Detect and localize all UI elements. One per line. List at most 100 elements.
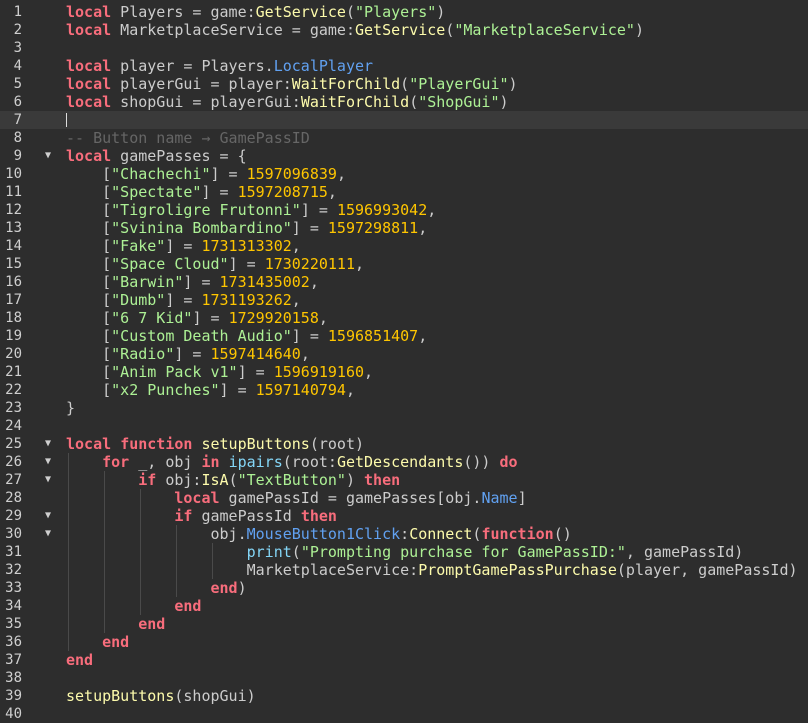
line-number: 32	[5, 562, 22, 578]
code-line[interactable]: 26 ▼ for _, obj in ipairs(root:GetDescend…	[0, 453, 808, 471]
code-text: local shopGui = playerGui:WaitForChild("…	[66, 93, 509, 111]
code-text: ["Spectate"] = 1597208715,	[66, 183, 337, 201]
code-line[interactable]: 19 ["Custom Death Audio"] = 1596851407,	[0, 327, 808, 345]
code-line[interactable]: 34 end	[0, 597, 808, 615]
indent-guide	[176, 525, 178, 597]
code-line[interactable]: 36 end	[0, 633, 808, 651]
code-text: setupButtons(shopGui)	[66, 687, 256, 705]
code-text: ["Barwin"] = 1731435002,	[66, 273, 319, 291]
code-text: print("Prompting purchase for GamePassID…	[246, 543, 744, 561]
line-number: 19	[5, 328, 22, 344]
line-number: 35	[5, 616, 22, 632]
line-number: 31	[5, 544, 22, 560]
triangle-down-icon[interactable]: ▼	[45, 507, 55, 525]
code-line[interactable]: 15 ["Space Cloud"] = 1730220111,	[0, 255, 808, 273]
line-number: 2	[13, 22, 22, 38]
code-line[interactable]: 33 end)	[0, 579, 808, 597]
line-number: 9	[13, 148, 22, 164]
code-line[interactable]: 1 local Players = game:GetService("Player…	[0, 3, 808, 21]
line-number: 26	[5, 454, 22, 470]
line-number: 12	[5, 202, 22, 218]
indent-guide	[140, 489, 142, 615]
code-line[interactable]: 22 ["x2 Punches"] = 1597140794,	[0, 381, 808, 399]
code-text: -- Button name → GamePassID	[66, 129, 310, 147]
code-text: local player = Players.LocalPlayer	[66, 57, 374, 75]
code-text: for _, obj in ipairs(root:GetDescendants…	[102, 453, 518, 471]
code-line[interactable]: 38	[0, 669, 808, 687]
line-number: 40	[5, 706, 22, 722]
code-line[interactable]: 13 ["Svinina Bombardino"] = 1597298811,	[0, 219, 808, 237]
code-line[interactable]: 18 ["6 7 Kid"] = 1729920158,	[0, 309, 808, 327]
code-text: end)	[210, 579, 247, 597]
indent-guide	[104, 471, 106, 633]
line-number: 6	[13, 94, 22, 110]
line-number: 29	[5, 508, 22, 524]
code-line[interactable]: 25 ▼ local function setupButtons(root)	[0, 435, 808, 453]
code-line[interactable]: 4 local player = Players.LocalPlayer	[0, 57, 808, 75]
code-line[interactable]: 14 ["Fake"] = 1731313302,	[0, 237, 808, 255]
code-text: ["Space Cloud"] = 1730220111,	[66, 255, 365, 273]
code-line[interactable]: 7	[0, 111, 808, 129]
code-line[interactable]: 40	[0, 705, 808, 723]
line-number: 17	[5, 292, 22, 308]
code-line[interactable]: 17 ["Dumb"] = 1731193262,	[0, 291, 808, 309]
code-text: ["Svinina Bombardino"] = 1597298811,	[66, 219, 428, 237]
code-line[interactable]: 28 local gamePassId = gamePasses[obj.Nam…	[0, 489, 808, 507]
code-line[interactable]: 9 ▼ local gamePasses = {	[0, 147, 808, 165]
code-line[interactable]: 8 -- Button name → GamePassID	[0, 129, 808, 147]
text-cursor	[66, 113, 67, 127]
triangle-down-icon[interactable]: ▼	[45, 471, 55, 489]
code-line[interactable]: 12 ["Tigroligre Frutonni"] = 1596993042,	[0, 201, 808, 219]
code-text: ["Radio"] = 1597414640,	[66, 345, 310, 363]
line-number: 27	[5, 472, 22, 488]
line-number: 15	[5, 256, 22, 272]
code-line[interactable]: 5 local playerGui = player:WaitForChild("…	[0, 75, 808, 93]
code-text: ["6 7 Kid"] = 1729920158,	[66, 309, 328, 327]
code-line[interactable]: 23}	[0, 399, 808, 417]
code-text: ["Fake"] = 1731313302,	[66, 237, 301, 255]
code-text: local gamePasses = {	[66, 147, 247, 165]
indent-guide	[68, 453, 69, 651]
code-line[interactable]: 37 end	[0, 651, 808, 669]
line-number: 3	[13, 40, 22, 56]
code-line[interactable]: 6 local shopGui = playerGui:WaitForChild(…	[0, 93, 808, 111]
code-line[interactable]: 35 end	[0, 615, 808, 633]
code-text: ["Chachechi"] = 1597096839,	[66, 165, 346, 183]
line-number: 23	[5, 400, 22, 416]
code-line[interactable]: 39 setupButtons(shopGui)	[0, 687, 808, 705]
code-line[interactable]: 21 ["Anim Pack v1"] = 1596919160,	[0, 363, 808, 381]
code-line[interactable]: 10 ["Chachechi"] = 1597096839,	[0, 165, 808, 183]
line-number: 22	[5, 382, 22, 398]
code-text: end	[174, 597, 202, 615]
code-line[interactable]: 32 MarketplaceService:PromptGamePassPurc…	[0, 561, 808, 579]
code-text: ["Dumb"] = 1731193262,	[66, 291, 301, 309]
triangle-down-icon[interactable]: ▼	[45, 147, 55, 165]
code-text: local MarketplaceService = game:GetServi…	[66, 21, 644, 39]
triangle-down-icon[interactable]: ▼	[45, 525, 55, 543]
code-line[interactable]: 11 ["Spectate"] = 1597208715,	[0, 183, 808, 201]
code-text: local playerGui = player:WaitForChild("P…	[66, 75, 518, 93]
code-text: end	[138, 615, 166, 633]
code-line[interactable]: 20 ["Radio"] = 1597414640,	[0, 345, 808, 363]
code-line[interactable]: 24	[0, 417, 808, 435]
triangle-down-icon[interactable]: ▼	[45, 435, 55, 453]
code-line[interactable]: 2 local MarketplaceService = game:GetServ…	[0, 21, 808, 39]
code-text: end	[102, 633, 130, 651]
code-line[interactable]: 3	[0, 39, 808, 57]
line-number: 37	[5, 652, 22, 668]
code-line[interactable]: 30 ▼ obj.MouseButton1Click:Connect(functi…	[0, 525, 808, 543]
code-text: local Players = game:GetService("Players…	[66, 3, 446, 21]
code-line[interactable]: 27 ▼ if obj:IsA("TextButton") then	[0, 471, 808, 489]
line-number: 1	[13, 4, 22, 20]
code-text: local function setupButtons(root)	[66, 435, 365, 453]
triangle-down-icon[interactable]: ▼	[45, 453, 55, 471]
line-number: 28	[5, 490, 22, 506]
code-text: if gamePassId then	[174, 507, 337, 525]
code-text: ["Anim Pack v1"] = 1596919160,	[66, 363, 374, 381]
code-line[interactable]: 31 print("Prompting purchase for GamePas…	[0, 543, 808, 561]
code-line[interactable]: 29 ▼ if gamePassId then	[0, 507, 808, 525]
code-editor[interactable]: 1 local Players = game:GetService("Player…	[0, 0, 808, 723]
code-line[interactable]: 16 ["Barwin"] = 1731435002,	[0, 273, 808, 291]
line-number: 25	[5, 436, 22, 452]
line-number: 33	[5, 580, 22, 596]
